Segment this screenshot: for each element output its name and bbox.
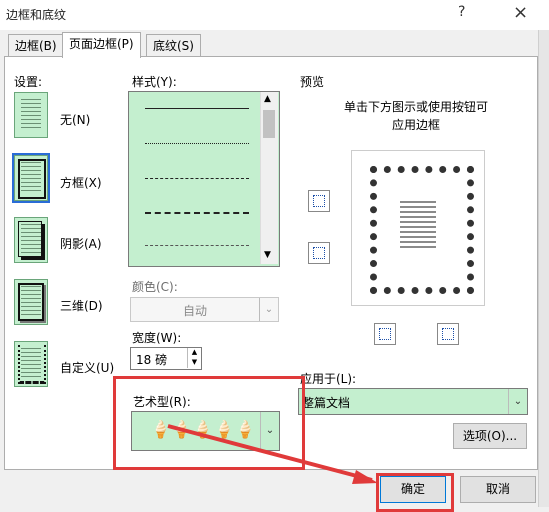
annotation-arrow-head bbox=[352, 470, 378, 484]
annotation-arrow-line bbox=[167, 424, 373, 482]
tab-page-border[interactable]: 页面边框(P) bbox=[62, 32, 141, 58]
annotation-arrow bbox=[167, 424, 378, 484]
